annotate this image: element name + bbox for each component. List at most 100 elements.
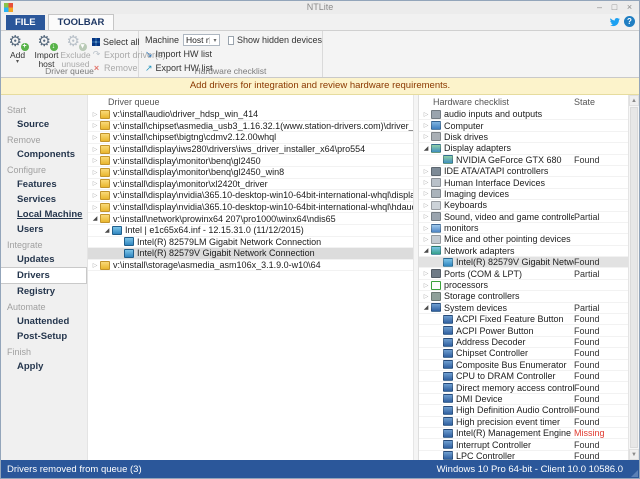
expand-icon[interactable]: ▷ <box>90 204 100 211</box>
import-hw-button[interactable]: ↘ Import HW list <box>139 47 322 61</box>
hardware-row[interactable]: DMI DeviceFound <box>419 394 628 405</box>
driver-queue-row[interactable]: ▷v:\install\display\nvidia\365.10-deskto… <box>88 190 413 202</box>
driver-queue-row[interactable]: ▷v:\install\chipset\asmedia_usb3_1.16.32… <box>88 121 413 133</box>
hardware-row[interactable]: High precision event timerFound <box>419 417 628 428</box>
driver-queue-row[interactable]: ▷v:\install\storage\asmedia_asm106x_3.1.… <box>88 260 413 272</box>
hardware-row[interactable]: ▷Imaging devices <box>419 189 628 200</box>
tab-toolbar[interactable]: TOOLBAR <box>48 14 115 30</box>
expand-icon[interactable]: ▷ <box>421 202 431 209</box>
expand-icon[interactable]: ▷ <box>421 168 431 175</box>
hardware-row[interactable]: ▷monitors <box>419 223 628 234</box>
expand-icon[interactable]: ▷ <box>421 111 431 118</box>
hardware-row[interactable]: ▷Ports (COM & LPT)Partial <box>419 268 628 279</box>
driver-queue-row[interactable]: ◢v:\install\network\prowinx64 207\pro100… <box>88 213 413 225</box>
hardware-row[interactable]: ▷Sound, video and game controllersPartia… <box>419 212 628 223</box>
driver-queue-row[interactable]: ▷v:\install\chipset\bigtng\cdmv2.12.00wh… <box>88 132 413 144</box>
machine-combobox[interactable]: Host machine (ADMI ▾ <box>183 34 220 46</box>
expand-icon[interactable]: ▷ <box>421 282 431 289</box>
sidebar-item-registry[interactable]: Registry <box>1 284 87 299</box>
expand-icon[interactable]: ▷ <box>90 146 100 153</box>
hardware-row[interactable]: Intel(R) Management Engine InterfaceMiss… <box>419 428 628 439</box>
expand-icon[interactable]: ▷ <box>421 190 431 197</box>
hardware-row[interactable]: Address DecoderFound <box>419 337 628 348</box>
hardware-row[interactable]: Interrupt ControllerFound <box>419 439 628 450</box>
sidebar-item-components[interactable]: Components <box>1 147 87 162</box>
expand-icon[interactable]: ▷ <box>421 179 431 186</box>
driver-queue-row[interactable]: Intel(R) 82579LM Gigabit Network Connect… <box>88 237 413 249</box>
help-icon[interactable]: ? <box>624 16 635 27</box>
sidebar-item-features[interactable]: Features <box>1 177 87 192</box>
expand-icon[interactable]: ▷ <box>421 236 431 243</box>
expand-icon[interactable]: ▷ <box>90 180 100 187</box>
collapse-icon[interactable]: ◢ <box>102 227 112 234</box>
expand-icon[interactable]: ▷ <box>90 262 100 269</box>
vertical-scrollbar[interactable]: ▲ ▼ <box>628 95 639 460</box>
hardware-row[interactable]: ▷IDE ATA/ATAPI controllers <box>419 166 628 177</box>
twitter-icon[interactable] <box>609 16 620 27</box>
tab-file[interactable]: FILE <box>6 15 45 30</box>
maximize-button[interactable]: □ <box>607 1 622 13</box>
sidebar-item-updates[interactable]: Updates <box>1 252 87 267</box>
expand-icon[interactable]: ▷ <box>421 225 431 232</box>
scroll-up-icon[interactable]: ▲ <box>629 95 639 106</box>
expand-icon[interactable]: ▷ <box>90 169 100 176</box>
sidebar-item-apply[interactable]: Apply <box>1 359 87 374</box>
sidebar-item-source[interactable]: Source <box>1 117 87 132</box>
sidebar-item-services[interactable]: Services <box>1 192 87 207</box>
hardware-row[interactable]: ▷Keyboards <box>419 200 628 211</box>
sidebar-item-local-machine[interactable]: Local Machine <box>1 207 87 222</box>
collapse-icon[interactable]: ◢ <box>90 215 100 222</box>
hardware-row[interactable]: ▷Disk drives <box>419 132 628 143</box>
driver-queue-row[interactable]: ▷v:\install\display\monitor\benq\gl2450_… <box>88 167 413 179</box>
expand-icon[interactable]: ▷ <box>90 157 100 164</box>
add-button[interactable]: ⚙ + Add ▾ <box>3 33 32 69</box>
hardware-row[interactable]: ◢Display adapters <box>419 143 628 154</box>
hardware-row[interactable]: LPC ControllerFound <box>419 451 628 460</box>
import-host-button[interactable]: ⚙ ↓ Import host <box>32 33 61 69</box>
scrollbar-thumb[interactable] <box>630 107 638 448</box>
hardware-row[interactable]: Composite Bus EnumeratorFound <box>419 360 628 371</box>
driver-queue-row[interactable]: ▷v:\install\display\monitor\benq\gl2450 <box>88 155 413 167</box>
driver-queue-row[interactable]: ▷v:\install\audio\driver_hdsp_win_414 <box>88 109 413 121</box>
hardware-row[interactable]: ◢System devicesPartial <box>419 303 628 314</box>
expand-icon[interactable]: ▷ <box>421 213 431 220</box>
sidebar-item-users[interactable]: Users <box>1 222 87 237</box>
collapse-icon[interactable]: ◢ <box>421 145 431 152</box>
sidebar-item-unattended[interactable]: Unattended <box>1 314 87 329</box>
hardware-row[interactable]: ACPI Fixed Feature ButtonFound <box>419 314 628 325</box>
expand-icon[interactable]: ▷ <box>421 133 431 140</box>
collapse-icon[interactable]: ◢ <box>421 247 431 254</box>
expand-icon[interactable]: ▷ <box>421 270 431 277</box>
minimize-button[interactable]: – <box>592 1 607 13</box>
driver-queue-row[interactable]: ▷v:\install\display\nvidia\365.10-deskto… <box>88 202 413 214</box>
hardware-row[interactable]: ▷Mice and other pointing devices <box>419 234 628 245</box>
close-button[interactable]: × <box>622 1 637 13</box>
collapse-icon[interactable]: ◢ <box>421 304 431 311</box>
hardware-row[interactable]: ▷Human Interface Devices <box>419 177 628 188</box>
hardware-row[interactable]: ◢Network adapters <box>419 246 628 257</box>
sidebar-item-drivers[interactable]: Drivers <box>1 267 87 284</box>
driver-queue-row[interactable]: ◢Intel | e1c65x64.inf - 12.15.31.0 (11/1… <box>88 225 413 237</box>
hardware-checklist-header[interactable]: Hardware checklist <box>419 97 574 109</box>
hardware-row[interactable]: CPU to DRAM ControllerFound <box>419 371 628 382</box>
hardware-row[interactable]: ▷Storage controllers <box>419 291 628 302</box>
expand-icon[interactable]: ▷ <box>90 122 100 129</box>
resize-grip[interactable] <box>631 470 638 477</box>
hardware-row[interactable]: ▷audio inputs and outputs <box>419 109 628 120</box>
expand-icon[interactable]: ▷ <box>90 134 100 141</box>
hardware-row[interactable]: Intel(R) 82579V Gigabit Network Connecti… <box>419 257 628 268</box>
hardware-row[interactable]: Direct memory access controllerFound <box>419 382 628 393</box>
expand-icon[interactable]: ▷ <box>421 122 431 129</box>
expand-icon[interactable]: ▷ <box>421 293 431 300</box>
exclude-unused-button[interactable]: ⚙ ▾ Exclude unused <box>61 33 90 69</box>
state-column-header[interactable]: State <box>574 97 628 109</box>
hardware-row[interactable]: ACPI Power ButtonFound <box>419 325 628 336</box>
sidebar-item-post-setup[interactable]: Post-Setup <box>1 329 87 344</box>
scroll-down-icon[interactable]: ▼ <box>629 449 639 460</box>
driver-queue-row[interactable]: Intel(R) 82579V Gigabit Network Connecti… <box>88 248 413 260</box>
hardware-row[interactable]: Chipset ControllerFound <box>419 348 628 359</box>
driver-queue-row[interactable]: ▷v:\install\display\iws280\drivers\iws_d… <box>88 144 413 156</box>
hardware-row[interactable]: ▷processors <box>419 280 628 291</box>
hardware-row[interactable]: ▷Computer <box>419 120 628 131</box>
driver-queue-row[interactable]: ▷v:\install\display\monitor\xl2420t_driv… <box>88 179 413 191</box>
